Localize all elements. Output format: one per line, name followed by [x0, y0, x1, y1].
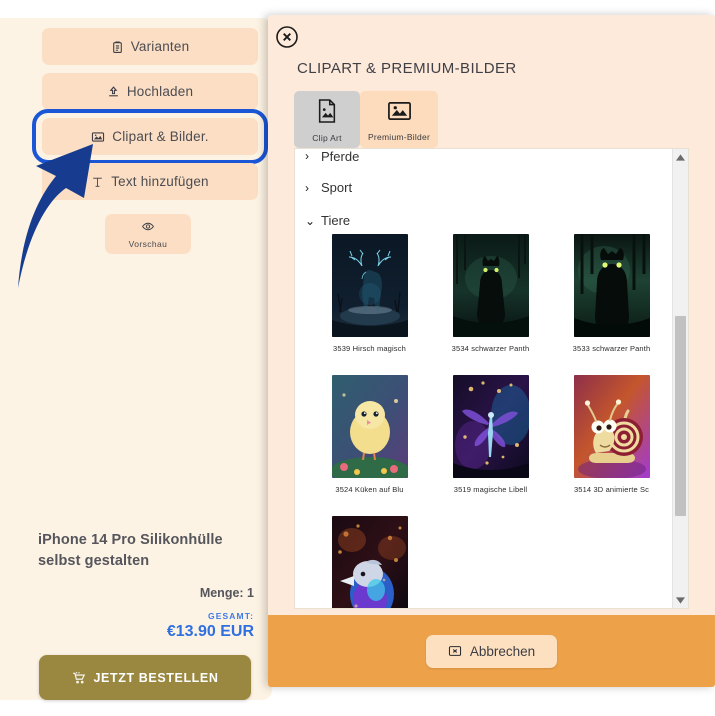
modal-tab-bar: Clip Art Premium-Bilder: [294, 91, 439, 148]
eye-icon: [140, 220, 156, 238]
clipart-thumbnail: [331, 516, 408, 608]
chevron-down-icon: ⌄: [305, 213, 316, 228]
close-circle-icon[interactable]: [275, 25, 299, 49]
tab-label: Premium-Bilder: [368, 132, 431, 142]
category-row-sport[interactable]: › Sport: [295, 171, 688, 204]
clipart-item-bird[interactable]: [309, 516, 430, 608]
clipart-thumbnail: [573, 234, 650, 337]
product-summary: iPhone 14 Pro Silikonhülle selbst gestal…: [38, 530, 254, 641]
tab-premium-bilder[interactable]: Premium-Bilder: [360, 91, 439, 148]
order-now-label: JETZT BESTELLEN: [93, 670, 219, 685]
left-tool-panel: Varianten Hochladen Clipart & Bilder. Te…: [0, 18, 272, 700]
tool-button-clipart-bilder[interactable]: Clipart & Bilder.: [32, 109, 268, 164]
cancel-button[interactable]: Abbrechen: [425, 634, 558, 668]
order-now-button[interactable]: JETZT BESTELLEN: [39, 655, 251, 700]
tool-label: Text hinzufügen: [111, 174, 209, 189]
clipart-caption: 3514 3D animierte Sc: [573, 485, 650, 494]
preview-label: Vorschau: [128, 238, 168, 249]
modal-title: CLIPART & PREMIUM-BILDER: [297, 60, 517, 77]
text-icon: [91, 175, 104, 189]
clipart-grid-row: [295, 516, 673, 608]
clipart-thumbnail: [452, 234, 529, 337]
clipart-caption: 3519 magische Libell: [453, 485, 528, 494]
tool-button-list: Varianten Hochladen Clipart & Bilder. Te…: [32, 28, 268, 208]
category-label: Tiere: [321, 213, 351, 228]
clipart-thumbnail: [331, 375, 408, 478]
preview-button[interactable]: Vorschau: [105, 214, 191, 254]
tab-label: Clip Art: [312, 133, 342, 143]
product-designer-screen: Varianten Hochladen Clipart & Bilder. Te…: [0, 0, 715, 716]
product-total: GESAMT: €13.90 EUR: [38, 611, 254, 641]
clipart-browser: › Pferde › Sport ⌄ Tiere 3539 Hirsch mag…: [294, 148, 689, 609]
cancel-box-icon: [448, 644, 462, 658]
clipart-thumbnail: [573, 375, 650, 478]
category-label: Pferde: [321, 149, 360, 164]
category-row-pferde[interactable]: › Pferde: [295, 149, 688, 171]
scroll-up-icon[interactable]: [673, 149, 688, 165]
file-image-icon: [316, 98, 338, 129]
chevron-right-icon: ›: [305, 149, 309, 163]
upload-icon: [107, 85, 120, 99]
clipart-thumbnail: [452, 375, 529, 478]
category-tree: › Pferde › Sport ⌄ Tiere: [295, 149, 688, 237]
product-title: iPhone 14 Pro Silikonhülle selbst gestal…: [38, 532, 223, 570]
category-row-tiere[interactable]: ⌄ Tiere: [295, 204, 688, 237]
clipart-modal: CLIPART & PREMIUM-BILDER Clip Art Premiu…: [268, 15, 715, 687]
tool-label: Hochladen: [126, 84, 194, 99]
total-label: GESAMT:: [208, 611, 254, 622]
clipart-item-3524[interactable]: 3524 Küken auf Blu: [309, 375, 430, 494]
cancel-label: Abbrechen: [469, 643, 536, 659]
scroll-down-icon[interactable]: [673, 592, 688, 608]
tab-clip-art[interactable]: Clip Art: [294, 91, 360, 148]
tool-button-varianten[interactable]: Varianten: [42, 28, 258, 65]
clipart-caption: 3533 schwarzer Panth: [572, 344, 651, 353]
image-icon: [91, 130, 105, 144]
clipart-item-3533[interactable]: 3533 schwarzer Panth: [551, 234, 672, 353]
tool-button-hochladen[interactable]: Hochladen: [42, 73, 258, 110]
clipart-caption: 3539 Hirsch magisch: [333, 344, 406, 353]
chevron-right-icon: ›: [305, 180, 309, 195]
grid-scrollbar[interactable]: [672, 149, 688, 608]
clipart-item-3514[interactable]: 3514 3D animierte Sc: [551, 375, 672, 494]
total-value: €13.90 EUR: [166, 623, 254, 641]
product-quantity: Menge: 1: [199, 586, 254, 601]
photo-icon: [387, 99, 412, 128]
clipart-caption: 3524 Küken auf Blu: [335, 485, 404, 494]
tool-label: Varianten: [130, 39, 190, 54]
clipart-grid-row: 3539 Hirsch magisch 3534 schwarzer Panth…: [295, 234, 673, 353]
clipboard-icon: [111, 40, 124, 54]
clipart-grid: 3539 Hirsch magisch 3534 schwarzer Panth…: [295, 234, 673, 608]
clipart-item-3539[interactable]: 3539 Hirsch magisch: [309, 234, 430, 353]
clipart-item-3519[interactable]: 3519 magische Libell: [430, 375, 551, 494]
clipart-grid-row: 3524 Küken auf Blu 3519 magische Libell …: [295, 375, 673, 494]
clipart-caption: 3534 schwarzer Panth: [451, 344, 530, 353]
category-label: Sport: [321, 180, 353, 195]
scrollbar-thumb[interactable]: [675, 316, 686, 516]
tool-label: Clipart & Bilder.: [112, 129, 209, 144]
cart-icon: [72, 671, 86, 685]
clipart-item-3534[interactable]: 3534 schwarzer Panth: [430, 234, 551, 353]
tool-button-text-hinzufuegen[interactable]: Text hinzufügen: [42, 163, 258, 200]
modal-footer: Abbrechen: [268, 615, 715, 687]
clipart-thumbnail: [331, 234, 408, 337]
